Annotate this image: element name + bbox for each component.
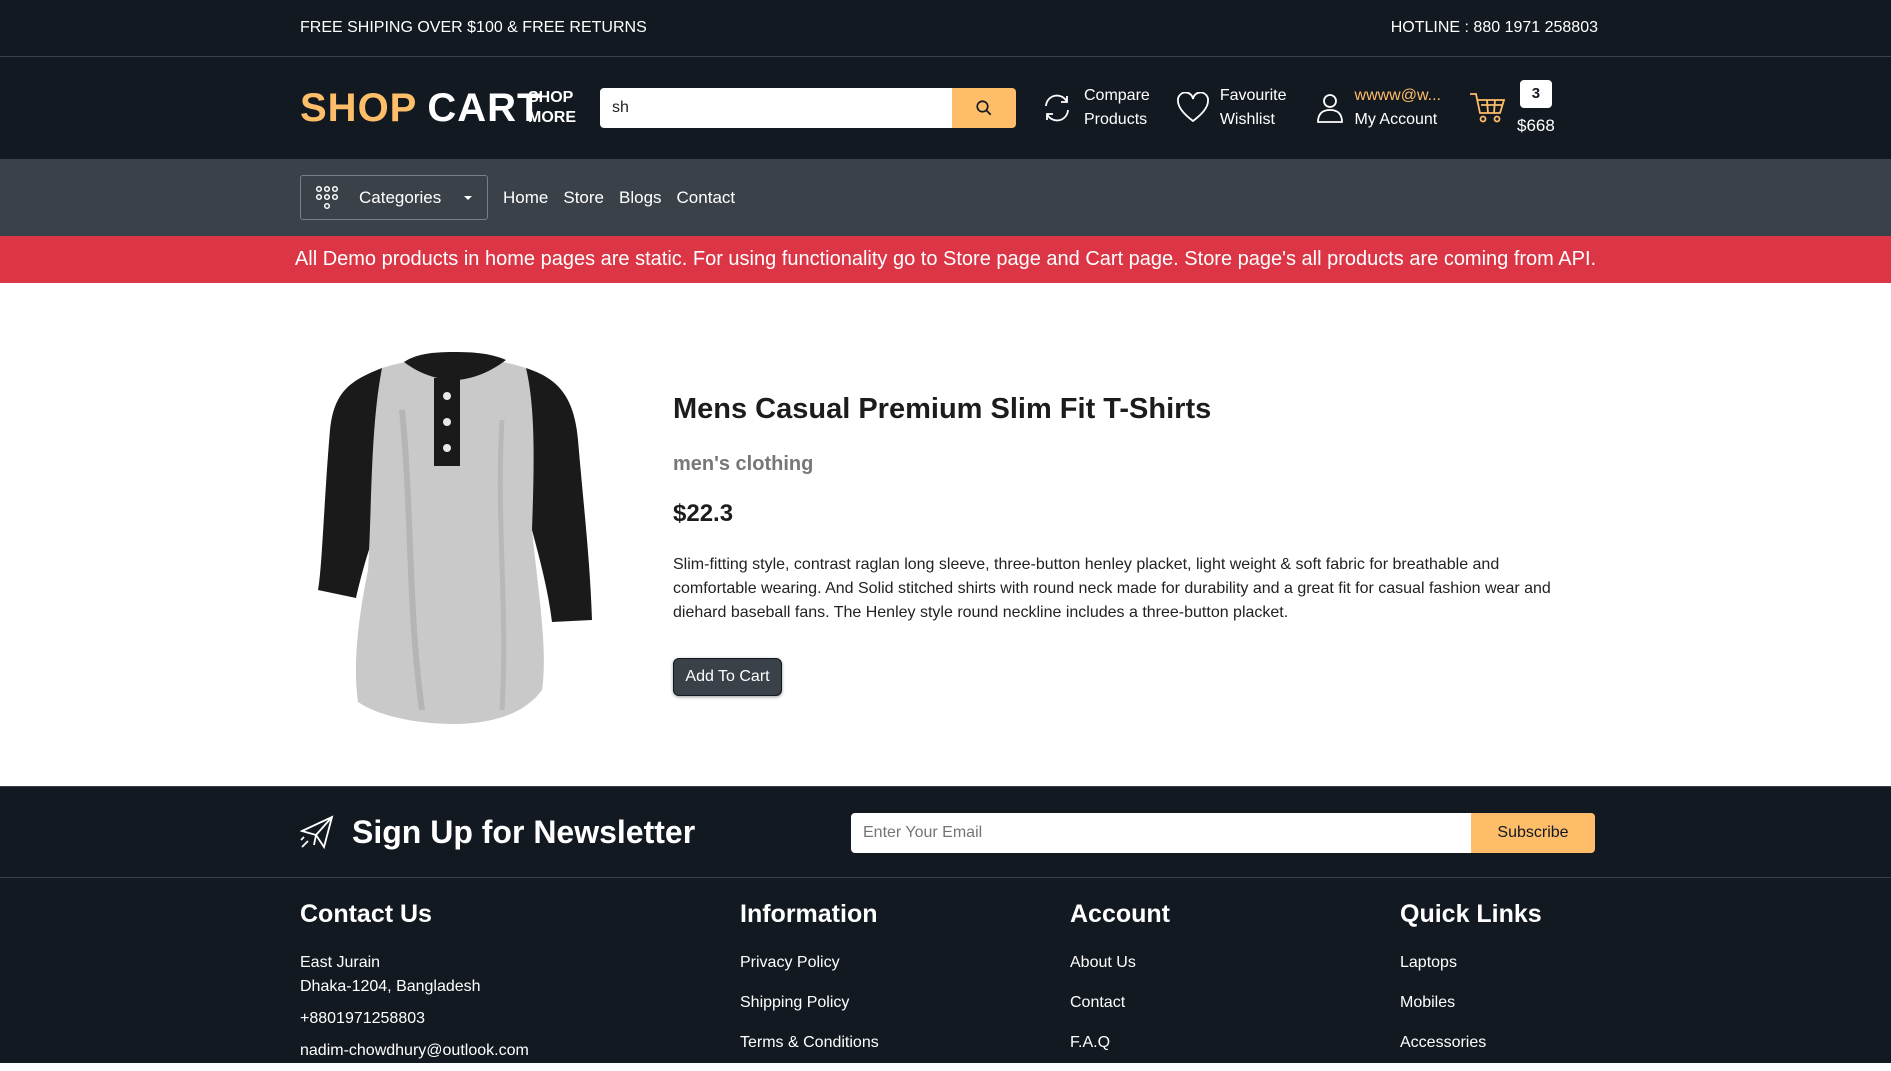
nav-blogs[interactable]: Blogs bbox=[619, 188, 662, 208]
product-image bbox=[312, 350, 598, 731]
footer-contact-title: Contact Us bbox=[300, 900, 432, 928]
newsletter-form: Subscribe bbox=[851, 813, 1595, 853]
shipping-notice: FREE SHIPING OVER $100 & FREE RETURNS bbox=[300, 19, 647, 36]
cart-total: $668 bbox=[1516, 116, 1555, 135]
product-title: Mens Casual Premium Slim Fit T-Shirts bbox=[673, 393, 1212, 425]
newsletter-section: Sign Up for Newsletter Subscribe bbox=[0, 786, 1891, 878]
grid-dots-icon bbox=[315, 185, 339, 209]
newsletter-email-input[interactable] bbox=[851, 813, 1471, 853]
add-to-cart-button[interactable]: Add To Cart bbox=[673, 658, 782, 696]
footer-contact-column: Contact Us East Jurain Dhaka-1204, Bangl… bbox=[300, 900, 529, 1071]
subscribe-button[interactable]: Subscribe bbox=[1471, 813, 1595, 853]
main-header: SHOPCART SHOP MORE Compare Products Favo… bbox=[0, 57, 1891, 159]
search-bar bbox=[600, 88, 1016, 128]
footer-quick-links-title: Quick Links bbox=[1400, 900, 1542, 928]
footer-link-faq[interactable]: F.A.Q bbox=[1070, 1031, 1170, 1055]
hotline-text: HOTLINE : 880 1971 258803 bbox=[1390, 19, 1598, 36]
nav-bar: Categories Home Store Blogs Contact bbox=[0, 159, 1891, 236]
product-category: men's clothing bbox=[673, 453, 814, 475]
footer-account-column: Account About Us Contact F.A.Q bbox=[1070, 900, 1170, 1071]
wishlist-link[interactable]: Favourite Wishlist bbox=[1176, 84, 1287, 132]
nav-contact[interactable]: Contact bbox=[677, 188, 736, 208]
shop-more-line2: MORE bbox=[528, 109, 576, 126]
footer-address: East Jurain Dhaka-1204, Bangladesh bbox=[300, 951, 529, 999]
product-description: Slim-fitting style, contrast raglan long… bbox=[673, 556, 1551, 621]
compare-products-link[interactable]: Compare Products bbox=[1040, 84, 1150, 132]
footer-link-laptops[interactable]: Laptops bbox=[1400, 951, 1542, 975]
top-strip: FREE SHIPING OVER $100 & FREE RETURNS HO… bbox=[0, 0, 1891, 57]
address-line1: East Jurain bbox=[300, 954, 381, 971]
my-account-link[interactable]: wwww@w... My Account bbox=[1315, 84, 1441, 132]
footer-email-link[interactable]: nadim-chowdhury@outlook.com bbox=[300, 1039, 529, 1063]
footer-account-title: Account bbox=[1070, 900, 1170, 928]
footer-link-terms[interactable]: Terms & Conditions bbox=[740, 1031, 879, 1055]
categories-dropdown[interactable]: Categories bbox=[300, 175, 488, 220]
compare-icon bbox=[1045, 94, 1069, 122]
footer: Contact Us East Jurain Dhaka-1204, Bangl… bbox=[0, 878, 1891, 1063]
footer-link-accessories[interactable]: Accessories bbox=[1400, 1031, 1542, 1055]
address-line2: Dhaka-1204, Bangladesh bbox=[300, 978, 481, 995]
shop-more-line1: SHOP bbox=[528, 89, 574, 106]
cart-count-badge: 3 bbox=[1519, 80, 1552, 108]
main-nav: Home Store Blogs Contact bbox=[503, 188, 750, 208]
footer-link-shipping-policy[interactable]: Shipping Policy bbox=[740, 991, 879, 1015]
wishlist-line1: Favourite bbox=[1219, 87, 1287, 104]
cart-icon bbox=[1469, 93, 1506, 123]
account-label: My Account bbox=[1354, 111, 1438, 128]
footer-link-privacy-policy[interactable]: Privacy Policy bbox=[740, 951, 879, 975]
logo-shop-text: SHOP bbox=[300, 85, 418, 130]
logo[interactable]: SHOP CART bbox=[300, 86, 562, 131]
banner-text: All Demo products in home pages are stat… bbox=[294, 248, 1597, 270]
compare-line1: Compare bbox=[1084, 87, 1150, 104]
nav-store[interactable]: Store bbox=[563, 188, 604, 208]
user-icon bbox=[1316, 94, 1343, 123]
paper-plane-icon bbox=[300, 815, 334, 849]
footer-link-contact[interactable]: Contact bbox=[1070, 991, 1170, 1015]
caret-down-icon bbox=[464, 195, 472, 200]
shop-more-link[interactable]: SHOP MORE bbox=[528, 88, 598, 128]
footer-phone-link[interactable]: +8801971258803 bbox=[300, 1007, 529, 1031]
footer-information-title: Information bbox=[740, 900, 878, 928]
logo-cart-text: CART bbox=[427, 85, 543, 130]
demo-notice-banner: All Demo products in home pages are stat… bbox=[0, 236, 1891, 283]
footer-information-column: Information Privacy Policy Shipping Poli… bbox=[740, 900, 879, 1071]
footer-quick-links-column: Quick Links Laptops Mobiles Accessories bbox=[1400, 900, 1542, 1071]
product-price: $22.3 bbox=[673, 500, 734, 527]
search-button[interactable] bbox=[952, 88, 1016, 128]
search-icon bbox=[976, 100, 992, 116]
nav-home[interactable]: Home bbox=[503, 188, 548, 208]
wishlist-line2: Wishlist bbox=[1219, 111, 1275, 128]
categories-label: Categories bbox=[359, 187, 442, 207]
newsletter-title: Sign Up for Newsletter bbox=[352, 813, 696, 850]
heart-icon bbox=[1176, 92, 1209, 123]
cart-link[interactable]: 3 $668 bbox=[1469, 80, 1555, 136]
search-input[interactable] bbox=[600, 88, 952, 128]
footer-link-about-us[interactable]: About Us bbox=[1070, 951, 1170, 975]
account-email: wwww@w... bbox=[1354, 87, 1441, 104]
footer-link-mobiles[interactable]: Mobiles bbox=[1400, 991, 1542, 1015]
compare-line2: Products bbox=[1084, 111, 1148, 128]
